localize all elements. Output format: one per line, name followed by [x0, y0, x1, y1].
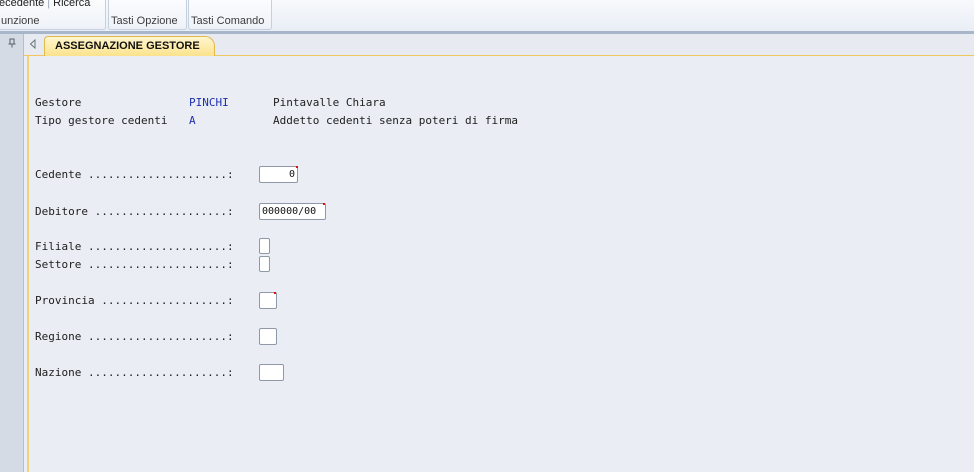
- ribbon-group-label: Tasti Opzione: [111, 15, 178, 27]
- ribbon-group-label: Tasti Comando: [191, 15, 265, 27]
- ribbon-group-label: unzione: [1, 15, 40, 27]
- previous-button[interactable]: ecedente: [0, 0, 44, 9]
- required-marker: [296, 166, 298, 168]
- gestore-code: PINCHI: [189, 96, 229, 109]
- gestore-label: Gestore: [35, 96, 82, 109]
- provincia-input[interactable]: [259, 292, 277, 309]
- nazione-label: Nazione .....................:: [35, 366, 234, 379]
- settore-input[interactable]: [259, 256, 270, 272]
- settore-label: Settore .....................:: [35, 258, 234, 271]
- regione-label: Regione .....................:: [35, 330, 234, 343]
- tipo-gestore-code: A: [189, 114, 196, 127]
- required-marker: [274, 292, 276, 294]
- side-panel-strip: [0, 34, 24, 472]
- cedente-input[interactable]: 0: [259, 166, 298, 183]
- tab-assegnazione-gestore[interactable]: ASSEGNAZIONE GESTORE: [44, 36, 215, 56]
- panel-accent-rule: [27, 56, 29, 472]
- chevron-left-icon[interactable]: [29, 39, 37, 49]
- gestore-name: Pintavalle Chiara: [273, 96, 386, 109]
- tab-bar: ASSEGNAZIONE GESTORE: [24, 34, 974, 56]
- regione-input[interactable]: [259, 328, 277, 345]
- ribbon: ecedente | Ricerca unzione Tasti Opzione T…: [0, 0, 974, 32]
- debitore-label: Debitore ....................:: [35, 205, 234, 218]
- pin-icon[interactable]: [7, 38, 17, 48]
- filiale-label: Filiale .....................:: [35, 240, 234, 253]
- ribbon-group-tasti-opzione[interactable]: Tasti Opzione: [108, 0, 187, 30]
- tipo-gestore-label: Tipo gestore cedenti: [35, 114, 168, 127]
- search-button[interactable]: Ricerca: [53, 0, 90, 9]
- required-marker: [323, 203, 325, 205]
- provincia-label: Provincia ...................:: [35, 294, 234, 307]
- debitore-input[interactable]: 000000/00: [259, 203, 326, 220]
- tipo-gestore-description: Addetto cedenti senza poteri di firma: [273, 114, 519, 127]
- ribbon-group-tasti-comando[interactable]: Tasti Comando: [188, 0, 272, 30]
- nazione-input[interactable]: [259, 364, 284, 381]
- filiale-input[interactable]: [259, 238, 270, 254]
- cedente-label: Cedente .....................:: [35, 168, 234, 181]
- ribbon-group-funzione: ecedente | Ricerca unzione: [0, 0, 106, 30]
